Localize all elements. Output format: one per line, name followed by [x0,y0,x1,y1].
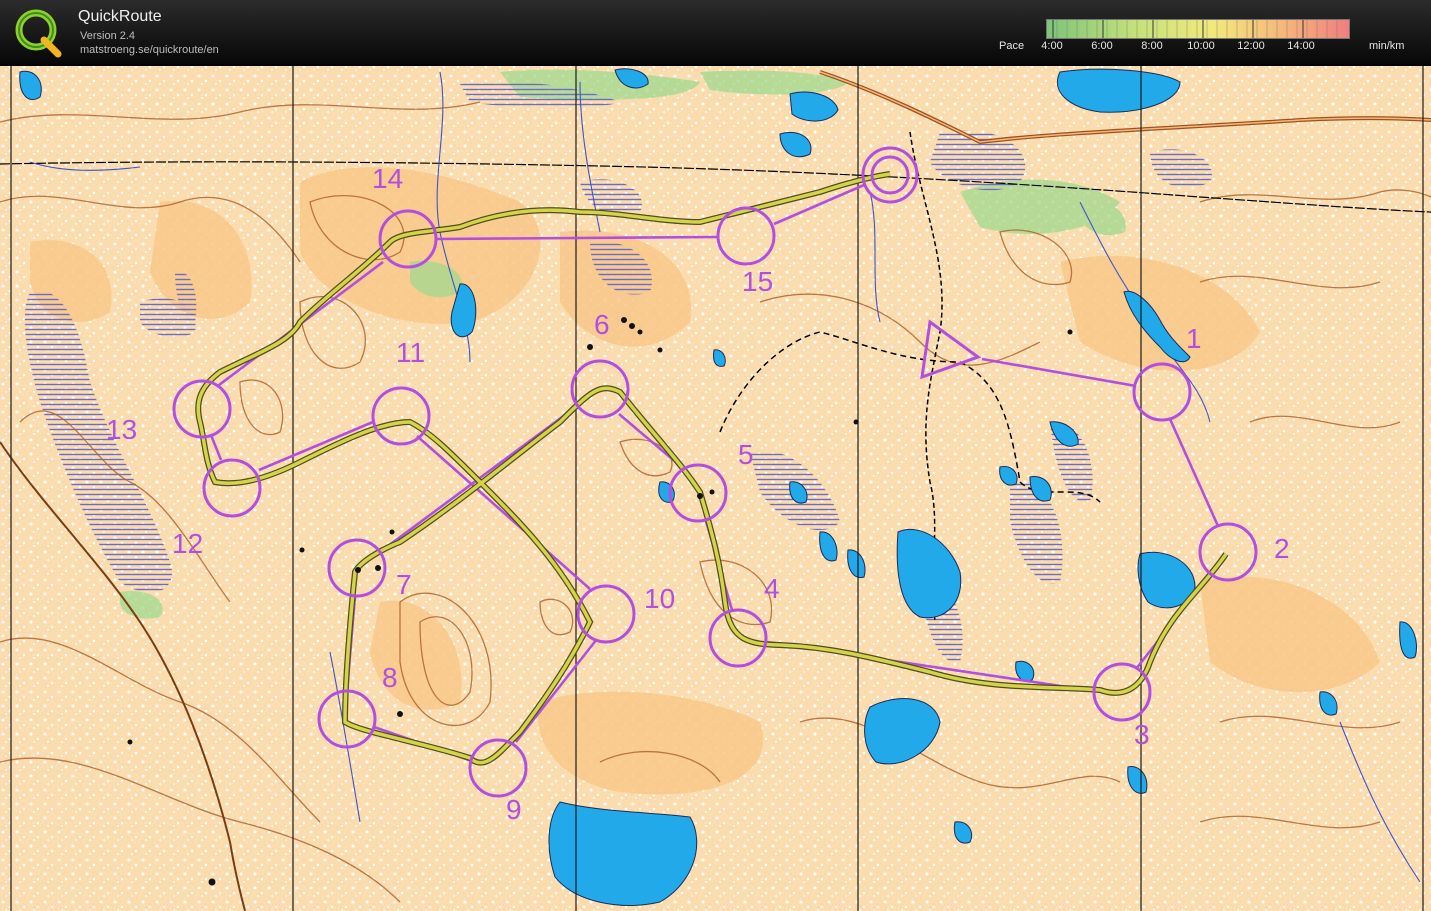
pace-color-scale [1046,19,1350,39]
control-number-1: 1 [1186,323,1202,354]
control-number-10: 10 [644,583,675,614]
app-url[interactable]: matstroeng.se/quickroute/en [80,44,219,56]
control-number-7: 7 [396,569,412,600]
control-number-5: 5 [738,439,754,470]
pace-tick-4: 4:00 [1041,40,1063,52]
control-number-9: 9 [506,794,522,825]
control-number-2: 2 [1274,533,1290,564]
control-number-3: 3 [1134,719,1150,750]
control-number-11: 11 [396,337,425,368]
control-number-4: 4 [764,573,780,604]
pace-unit: min/km [1369,40,1405,52]
app-version: Version 2.4 [80,30,136,42]
control-number-15: 15 [742,266,773,297]
pace-tick-14: 14:00 [1287,40,1315,52]
control-number-13: 13 [106,414,137,445]
app-name: QuickRoute [78,8,162,25]
quickroute-logo-icon [15,9,62,58]
control-number-6: 6 [594,309,610,340]
pace-label: Pace [999,40,1025,52]
app-header: QuickRoute Version 2.4 matstroeng.se/qui… [0,0,1431,64]
control-number-14: 14 [372,163,403,194]
map-canvas[interactable]: 1 2 3 4 5 6 7 8 9 10 11 12 13 14 15 [0,66,1431,911]
pace-tick-8: 8:00 [1141,40,1163,52]
pace-tick-12: 12:00 [1237,40,1265,52]
control-number-8: 8 [382,662,398,693]
pace-tick-6: 6:00 [1091,40,1113,52]
control-number-12: 12 [172,528,203,559]
pace-tick-10: 10:00 [1187,40,1215,52]
orienteering-map[interactable]: 1 2 3 4 5 6 7 8 9 10 11 12 13 14 15 [0,64,1431,911]
